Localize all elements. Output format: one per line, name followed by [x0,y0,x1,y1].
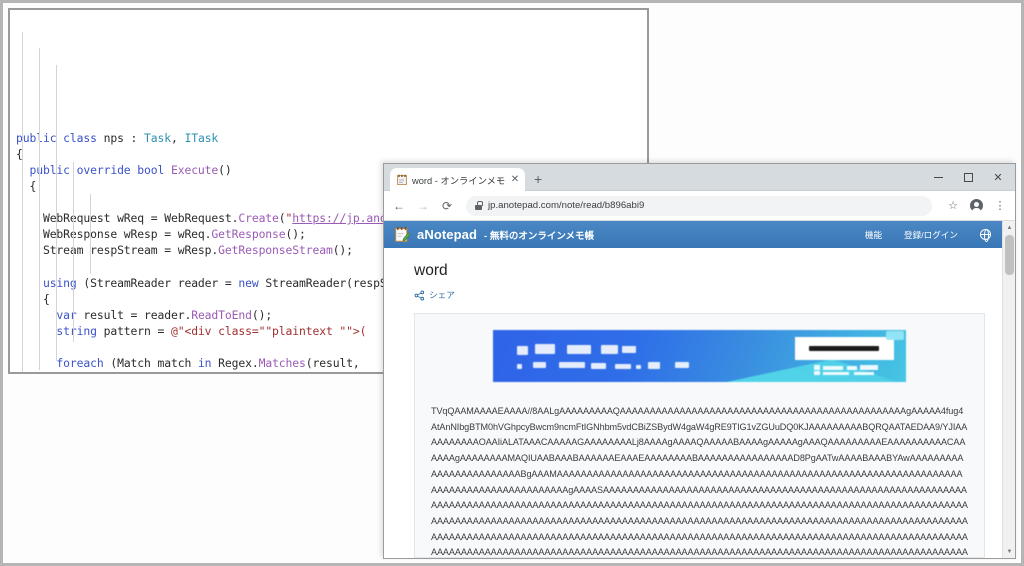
banner-block [675,362,689,368]
minimize-button[interactable] [923,164,953,191]
site-brand-name: aNotepad [417,227,477,242]
scroll-up-arrow-icon[interactable]: ▲ [1003,221,1015,234]
browser-tab-strip: word - オンラインメモ帳 ✕ + ✕ [384,164,1015,191]
browser-tab-title: word - オンラインメモ帳 [412,173,505,187]
address-bar-url: jp.anotepad.com/note/read/b896abi9 [488,200,644,211]
banner-block [601,345,618,354]
maximize-button[interactable] [953,164,983,191]
page-content: word シェア [384,248,1015,558]
share-icon [414,290,425,301]
indent-guide [39,48,40,370]
banner-block [622,346,636,353]
banner-block [535,344,555,354]
browser-window: word - オンラインメモ帳 ✕ + ✕ ← → ⟳ jp.anotepad.… [383,163,1016,559]
menu-kebab-icon[interactable]: ⋮ [993,199,1007,212]
code-line: { [16,146,647,162]
screenshot-root: public class nps : Task, ITask{ public o… [0,0,1024,566]
indent-guide [90,194,91,274]
site-nav: 機能 登録/ログイン [865,229,991,241]
banner-card [795,337,894,360]
page-scrollbar[interactable]: ▲ ▼ [1002,221,1015,558]
close-button[interactable]: ✕ [983,164,1013,191]
banner-caption-blocks [814,364,892,376]
indent-guide [56,65,57,361]
banner-block [559,362,585,368]
note-banner-image [493,330,906,382]
forward-button[interactable]: → [416,199,430,213]
share-link[interactable]: シェア [414,289,985,301]
banner-block [615,364,631,369]
nav-item-features[interactable]: 機能 [865,229,882,241]
note-base64-text: TVqQAAMAAAAEAAAA//8AALgAAAAAAAAAQAAAAAAA… [425,404,974,558]
site-header: aNotepad - 無料のオンラインメモ帳 機能 登録/ログイン [384,221,1015,248]
banner-block [648,362,660,369]
site-brand[interactable]: aNotepad - 無料のオンラインメモ帳 [394,226,865,243]
anotepad-favicon-icon [396,174,408,186]
browser-tab[interactable]: word - オンラインメモ帳 ✕ [390,168,525,191]
bookmark-star-icon[interactable]: ☆ [946,199,960,212]
lock-icon [475,201,482,210]
banner-block [533,362,546,368]
banner-block [636,365,641,369]
reload-button[interactable]: ⟳ [440,199,454,213]
scrollbar-thumb[interactable] [1005,235,1014,275]
browser-toolbar: ← → ⟳ jp.anotepad.com/note/read/b896abi9… [384,191,1015,221]
page-viewport: aNotepad - 無料のオンラインメモ帳 機能 登録/ログイン word [384,221,1015,558]
banner-block [517,364,522,369]
note-image-wrap [425,330,974,382]
new-tab-button[interactable]: + [534,172,542,186]
indent-guide [73,162,74,342]
indent-guide [22,32,23,372]
globe-icon[interactable] [980,229,991,240]
window-controls: ✕ [923,164,1013,191]
code-line: public class nps : Task, ITask [16,130,647,146]
back-button[interactable]: ← [392,199,406,213]
note-title: word [414,262,985,280]
nav-item-login[interactable]: 登録/ログイン [904,229,958,241]
note-content-box: TVqQAAMAAAAEAAAA//8AALgAAAAAAAAAQAAAAAAA… [414,313,985,558]
address-bar[interactable]: jp.anotepad.com/note/read/b896abi9 [466,196,932,216]
banner-card-line [809,346,879,351]
banner-block [591,363,606,369]
scroll-down-arrow-icon[interactable]: ▼ [1003,545,1015,558]
share-label: シェア [429,289,455,301]
tab-close-icon[interactable]: ✕ [509,174,521,185]
profile-avatar-icon[interactable] [970,199,983,212]
banner-block [517,346,528,355]
banner-block [567,345,591,354]
site-brand-tagline: - 無料のオンラインメモ帳 [484,228,594,242]
notepad-pencil-icon [394,226,411,243]
banner-corner-tag [886,331,904,340]
